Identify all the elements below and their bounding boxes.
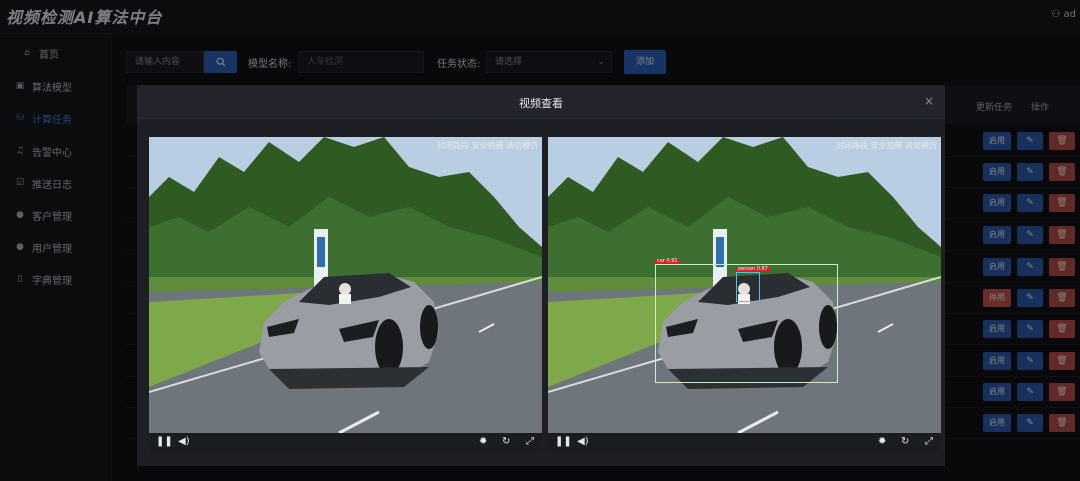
original-video-frame [149, 137, 542, 433]
pause-icon[interactable]: ❚❚ [555, 436, 572, 448]
video-view-modal: 视频查看 × 封闭路段 安全拍摄 请勿模仿 ❚❚ ◀) ✹ ↻ ⤢ car 0.… [137, 85, 945, 466]
fullscreen-icon[interactable]: ⤢ [526, 436, 534, 448]
car-detection-label: car 0.91 [655, 258, 680, 264]
person-detection-box [736, 272, 760, 302]
video-controls: ❚❚ ◀) ✹ ↻ ⤢ [149, 433, 542, 452]
original-video-player[interactable]: 封闭路段 安全拍摄 请勿模仿 ❚❚ ◀) ✹ ↻ ⤢ [149, 137, 542, 452]
volume-icon[interactable]: ◀) [178, 436, 190, 448]
refresh-icon[interactable]: ↻ [901, 436, 909, 448]
modal-title: 视频查看 [519, 97, 563, 110]
close-button[interactable]: × [924, 94, 934, 108]
pause-icon[interactable]: ❚❚ [156, 436, 173, 448]
close-icon: × [923, 94, 934, 108]
settings-icon[interactable]: ✹ [479, 436, 487, 448]
video-watermark: 封闭路段 安全拍摄 请勿模仿 [436, 141, 538, 150]
modal-header: 视频查看 × [137, 85, 945, 119]
settings-icon[interactable]: ✹ [878, 436, 886, 448]
volume-icon[interactable]: ◀) [577, 436, 589, 448]
refresh-icon[interactable]: ↻ [502, 436, 510, 448]
person-detection-label: person 0.87 [736, 266, 770, 272]
video-watermark: 封闭路段 安全拍摄 请勿模仿 [835, 141, 937, 150]
fullscreen-icon[interactable]: ⤢ [925, 436, 933, 448]
detection-video-player[interactable]: car 0.91 person 0.87 封闭路段 安全拍摄 请勿模仿 ❚❚ ◀… [548, 137, 941, 452]
video-controls: ❚❚ ◀) ✹ ↻ ⤢ [548, 433, 941, 452]
